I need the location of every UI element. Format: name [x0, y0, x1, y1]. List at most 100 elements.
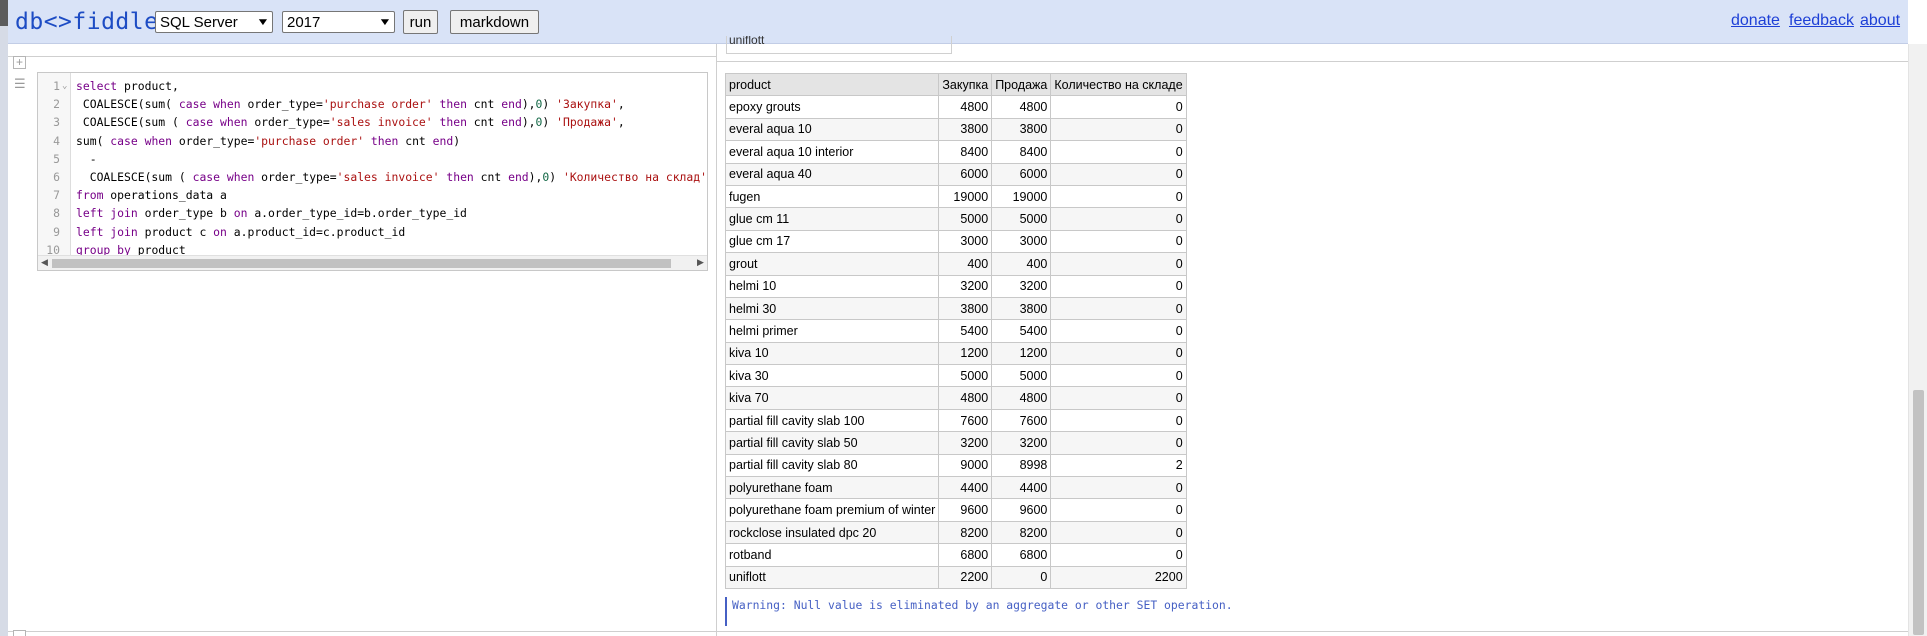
engine-select[interactable]: SQL Server ▼ — [155, 11, 273, 33]
table-cell: 3000 — [991, 229, 1052, 254]
table-cell: helmi 10 — [724, 274, 940, 298]
scroll-right-icon[interactable]: ▶ — [697, 257, 704, 268]
table-cell: partial fill cavity slab 80 — [724, 453, 940, 478]
table-cell: 0 — [1050, 162, 1187, 186]
code-line[interactable]: 3 COALESCE(sum ( case when order_type='s… — [38, 113, 707, 131]
table-cell: 5000 — [991, 364, 1052, 388]
scroll-left-icon[interactable]: ◀ — [41, 257, 48, 268]
table-cell: 0 — [1050, 341, 1187, 366]
code-line[interactable]: 5 - — [38, 150, 707, 168]
warning-message: Warning: Null value is eliminated by an … — [725, 597, 1233, 626]
table-cell: glue cm 17 — [724, 229, 940, 254]
editor-hscrollbar-thumb[interactable] — [52, 259, 671, 268]
code-line[interactable]: 6 COALESCE(sum ( case when order_type='s… — [38, 168, 707, 186]
table-cell: rotband — [724, 543, 940, 567]
code-line[interactable]: 1 ⌄ select product, — [38, 77, 707, 95]
column-header: Продажа — [991, 72, 1052, 97]
table-row: glue cm 11 5000 5000 0 — [724, 207, 1187, 231]
line-number: 9 — [53, 224, 60, 239]
previous-output-fragment: uniflott — [726, 36, 952, 54]
window-edge — [0, 0, 8, 636]
about-link[interactable]: about — [1860, 12, 1900, 30]
version-select[interactable]: 2017 ▼ — [282, 11, 395, 33]
code-line[interactable]: 9 left join product c on a.product_id=c.p… — [38, 223, 707, 241]
line-number: 1 — [53, 79, 60, 93]
table-cell: epoxy grouts — [724, 95, 940, 119]
table-cell: 3200 — [991, 431, 1052, 455]
table-cell: helmi 30 — [724, 296, 940, 321]
table-cell: 5000 — [991, 207, 1052, 231]
add-fiddle-icon-bottom[interactable] — [13, 630, 26, 636]
table-cell: kiva 30 — [724, 364, 940, 388]
sql-editor[interactable]: 1 ⌄ select product, 2 COALESCE(sum( case wh… — [37, 72, 708, 271]
table-row: kiva 70 4800 4800 0 — [724, 386, 1187, 410]
table-row: everal aqua 10 interior 8400 8400 0 — [724, 140, 1187, 164]
table-cell: 4400 — [938, 476, 993, 500]
table-cell: everal aqua 10 — [724, 117, 940, 142]
table-row: partial fill cavity slab 50 3200 3200 0 — [724, 431, 1187, 455]
table-cell: 5000 — [938, 207, 993, 231]
table-cell: 9600 — [991, 498, 1052, 522]
table-row: everal aqua 40 6000 6000 0 — [724, 162, 1187, 186]
table-cell: 3800 — [991, 117, 1052, 142]
drag-handle-icon[interactable]: ☰ — [14, 76, 26, 92]
code-line[interactable]: 4 sum( case when order_type='purchase ord… — [38, 132, 707, 150]
table-cell: 9000 — [938, 453, 993, 478]
table-body: epoxy grouts 4800 4800 0 everal aqua 10 3800 3… — [724, 95, 1187, 589]
table-cell: 4800 — [991, 95, 1052, 119]
table-cell: 6000 — [991, 162, 1052, 186]
add-fiddle-icon[interactable]: + — [13, 56, 26, 69]
table-cell: 6800 — [938, 543, 993, 567]
version-select-value: 2017 — [287, 13, 321, 31]
table-cell: 0 — [1050, 274, 1187, 298]
site-logo[interactable]: db<>fiddle — [15, 9, 158, 35]
table-cell: 3200 — [938, 431, 993, 455]
section-divider-left — [8, 56, 716, 57]
table-cell: uniflott — [724, 565, 940, 589]
table-cell: 2200 — [938, 565, 993, 589]
feedback-link[interactable]: feedback — [1789, 12, 1854, 30]
table-cell: 8200 — [938, 520, 993, 545]
table-row: helmi primer 5400 5400 0 — [724, 319, 1187, 343]
table-cell: 3200 — [991, 274, 1052, 298]
code-line[interactable]: 7 from operations_data a — [38, 186, 707, 204]
table-cell: 8200 — [991, 520, 1052, 545]
table-cell: partial fill cavity slab 100 — [724, 408, 940, 433]
code-text: COALESCE(sum ( case when order_type='sal… — [76, 115, 625, 130]
table-cell: 0 — [1050, 498, 1187, 522]
table-cell: 0 — [1050, 184, 1187, 209]
code-text: COALESCE(sum ( case when order_type='sal… — [76, 170, 707, 184]
page-scrollbar[interactable] — [1908, 44, 1927, 636]
pane-divider — [716, 44, 717, 636]
markdown-button[interactable]: markdown — [450, 10, 539, 34]
table-cell: 2 — [1050, 453, 1187, 478]
donate-link[interactable]: donate — [1731, 12, 1780, 30]
table-cell: glue cm 11 — [724, 207, 940, 231]
fold-icon[interactable]: ⌄ — [62, 77, 67, 95]
table-row: kiva 30 5000 5000 0 — [724, 364, 1187, 388]
code-line[interactable]: 8 left join order_type b on a.order_type_… — [38, 204, 707, 222]
table-cell: 0 — [1050, 229, 1187, 254]
code-line[interactable]: 2 COALESCE(sum( case when order_type='pu… — [38, 95, 707, 113]
line-number: 5 — [53, 151, 60, 166]
table-cell: 3800 — [991, 296, 1052, 321]
table-cell: 0 — [1050, 520, 1187, 545]
table-cell: 3200 — [938, 274, 993, 298]
engine-select-value: SQL Server — [160, 13, 238, 31]
page-scrollbar-thumb[interactable] — [1913, 390, 1924, 635]
table-row: helmi 30 3800 3800 0 — [724, 296, 1187, 321]
table-cell: 6800 — [991, 543, 1052, 567]
table-row: polyurethane foam 4400 4400 0 — [724, 476, 1187, 500]
section-divider-right — [717, 61, 1908, 62]
line-number: 4 — [53, 133, 60, 148]
table-cell: 0 — [1050, 431, 1187, 455]
run-button[interactable]: run — [403, 10, 438, 34]
table-row: glue cm 17 3000 3000 0 — [724, 229, 1187, 254]
table-cell: polyurethane foam premium of winter — [724, 498, 940, 522]
chevron-down-icon: ▼ — [256, 16, 270, 28]
editor-hscrollbar[interactable]: ◀ ▶ — [38, 255, 707, 270]
table-row: kiva 10 1200 1200 0 — [724, 341, 1187, 366]
table-row: rockclose insulated dpc 20 8200 8200 0 — [724, 520, 1187, 545]
table-cell: 2200 — [1050, 565, 1187, 589]
table-cell: 400 — [991, 252, 1052, 276]
